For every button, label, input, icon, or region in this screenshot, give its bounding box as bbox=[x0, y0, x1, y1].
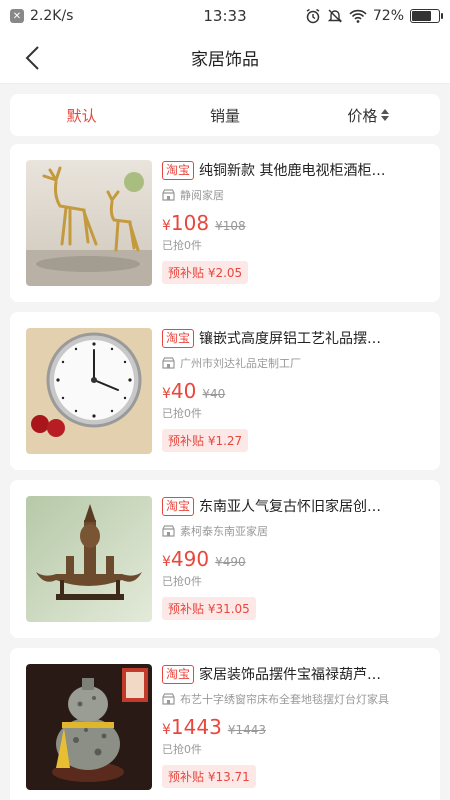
sold-count: 已抢0件 bbox=[162, 575, 202, 588]
shop-icon bbox=[162, 357, 175, 369]
price-row: ¥1443 ¥1443 bbox=[162, 715, 424, 739]
price: 40 bbox=[170, 379, 197, 403]
shop-name: 静阅家居 bbox=[180, 189, 224, 202]
sort-arrows-icon bbox=[381, 109, 390, 121]
price-row: ¥108 ¥108 bbox=[162, 211, 424, 235]
platform-badge: 淘宝 bbox=[162, 664, 195, 684]
price: 108 bbox=[170, 211, 210, 235]
product-card[interactable]: 淘宝 家居装饰品摆件宝福禄葫芦… 布艺十字绣窗帘床布全套地毯摆灯台灯家具 ¥14… bbox=[10, 648, 440, 800]
price: 490 bbox=[170, 547, 210, 571]
original-price: ¥40 bbox=[202, 387, 226, 401]
platform-badge: 淘宝 bbox=[162, 496, 195, 516]
currency-symbol: ¥ bbox=[162, 554, 171, 570]
close-notification-icon: ✕ bbox=[10, 9, 24, 23]
product-info: 淘宝 纯铜新款 其他鹿电视柜酒柜… 静阅家居 ¥108 ¥108 已抢0件 预补… bbox=[162, 160, 424, 286]
sold-count: 已抢0件 bbox=[162, 743, 202, 756]
clock: 13:33 bbox=[203, 7, 247, 25]
shop-name: 布艺十字绣窗帘床布全套地毯摆灯台灯家具 bbox=[180, 693, 389, 706]
nav-bar: 家居饰品 bbox=[0, 32, 450, 84]
product-info: 淘宝 镶嵌式高度屏铝工艺礼品摆… 广州市刘达礼品定制工厂 ¥40 ¥40 已抢0… bbox=[162, 328, 424, 454]
title-row: 淘宝 东南亚人气复古怀旧家居创… bbox=[162, 496, 424, 516]
product-list: 淘宝 纯铜新款 其他鹿电视柜酒柜… 静阅家居 ¥108 ¥108 已抢0件 预补… bbox=[0, 144, 450, 800]
battery-icon bbox=[410, 9, 443, 23]
product-title: 纯铜新款 其他鹿电视柜酒柜… bbox=[199, 163, 386, 179]
subsidy-badge: 预补贴 ¥2.05 bbox=[162, 261, 249, 284]
currency-symbol: ¥ bbox=[162, 218, 171, 234]
product-info: 淘宝 东南亚人气复古怀旧家居创… 素柯泰东南亚家居 ¥490 ¥490 已抢0件… bbox=[162, 496, 424, 622]
currency-symbol: ¥ bbox=[162, 722, 171, 738]
shop-name: 广州市刘达礼品定制工厂 bbox=[180, 357, 301, 370]
product-card[interactable]: 淘宝 东南亚人气复古怀旧家居创… 素柯泰东南亚家居 ¥490 ¥490 已抢0件… bbox=[10, 480, 440, 638]
product-title: 东南亚人气复古怀旧家居创… bbox=[199, 499, 382, 515]
network-speed: 2.2K/s bbox=[30, 8, 74, 24]
sold-count: 已抢0件 bbox=[162, 407, 202, 420]
platform-badge: 淘宝 bbox=[162, 160, 195, 180]
sort-tab-label: 销量 bbox=[209, 106, 240, 125]
status-bar: ✕ 2.2K/s 13:33 72% bbox=[0, 0, 450, 32]
battery-percent: 72% bbox=[372, 8, 404, 24]
chevron-left-icon bbox=[25, 46, 39, 70]
page-title: 家居饰品 bbox=[191, 50, 259, 70]
shop-row: 广州市刘达礼品定制工厂 bbox=[162, 355, 424, 371]
sold-count: 已抢0件 bbox=[162, 239, 202, 252]
subsidy-badge: 预补贴 ¥31.05 bbox=[162, 597, 256, 620]
shop-icon bbox=[162, 525, 175, 537]
original-price: ¥108 bbox=[215, 219, 246, 233]
sort-bar: 默认 销量 价格 bbox=[10, 94, 440, 136]
mute-icon bbox=[327, 9, 343, 23]
status-right: 72% bbox=[305, 8, 443, 24]
product-title: 镶嵌式高度屏铝工艺礼品摆… bbox=[199, 331, 382, 347]
sort-tab-label: 默认 bbox=[66, 106, 97, 125]
original-price: ¥490 bbox=[215, 555, 246, 569]
clock-insert-icon bbox=[26, 328, 152, 454]
product-card[interactable]: 淘宝 镶嵌式高度屏铝工艺礼品摆… 广州市刘达礼品定制工厂 ¥40 ¥40 已抢0… bbox=[10, 312, 440, 470]
status-left: ✕ 2.2K/s bbox=[10, 8, 73, 24]
product-card[interactable]: 淘宝 纯铜新款 其他鹿电视柜酒柜… 静阅家居 ¥108 ¥108 已抢0件 预补… bbox=[10, 144, 440, 302]
subsidy-badge: 预补贴 ¥13.71 bbox=[162, 765, 256, 788]
back-button[interactable] bbox=[14, 40, 50, 76]
wifi-icon bbox=[349, 9, 367, 23]
shop-row: 素柯泰东南亚家居 bbox=[162, 523, 424, 539]
title-row: 淘宝 纯铜新款 其他鹿电视柜酒柜… bbox=[162, 160, 424, 180]
shop-row: 静阅家居 bbox=[162, 187, 424, 203]
price-row: ¥490 ¥490 bbox=[162, 547, 424, 571]
deer-statue-icon bbox=[26, 160, 152, 286]
sort-tab-default[interactable]: 默认 bbox=[10, 105, 153, 126]
original-price: ¥1443 bbox=[227, 723, 267, 737]
shop-icon bbox=[162, 189, 175, 201]
subsidy-badge: 预补贴 ¥1.27 bbox=[162, 429, 249, 452]
sort-tab-price[interactable]: 价格 bbox=[297, 105, 440, 126]
alarm-icon bbox=[306, 8, 320, 24]
price-row: ¥40 ¥40 bbox=[162, 379, 424, 403]
product-title: 家居装饰品摆件宝福禄葫芦… bbox=[199, 667, 382, 683]
title-row: 淘宝 家居装饰品摆件宝福禄葫芦… bbox=[162, 664, 424, 684]
sort-tab-sales[interactable]: 销量 bbox=[153, 105, 296, 126]
shop-name: 素柯泰东南亚家居 bbox=[180, 525, 268, 538]
shop-row: 布艺十字绣窗帘床布全套地毯摆灯台灯家具 bbox=[162, 691, 424, 707]
boat-sculpture-icon bbox=[26, 496, 152, 622]
sort-tab-label: 价格 bbox=[347, 106, 378, 125]
shop-icon bbox=[162, 693, 175, 705]
platform-badge: 淘宝 bbox=[162, 328, 195, 348]
currency-symbol: ¥ bbox=[162, 386, 171, 402]
product-info: 淘宝 家居装饰品摆件宝福禄葫芦… 布艺十字绣窗帘床布全套地毯摆灯台灯家具 ¥14… bbox=[162, 664, 424, 790]
title-row: 淘宝 镶嵌式高度屏铝工艺礼品摆… bbox=[162, 328, 424, 348]
gourd-vase-icon bbox=[26, 664, 152, 790]
price: 1443 bbox=[170, 715, 222, 739]
